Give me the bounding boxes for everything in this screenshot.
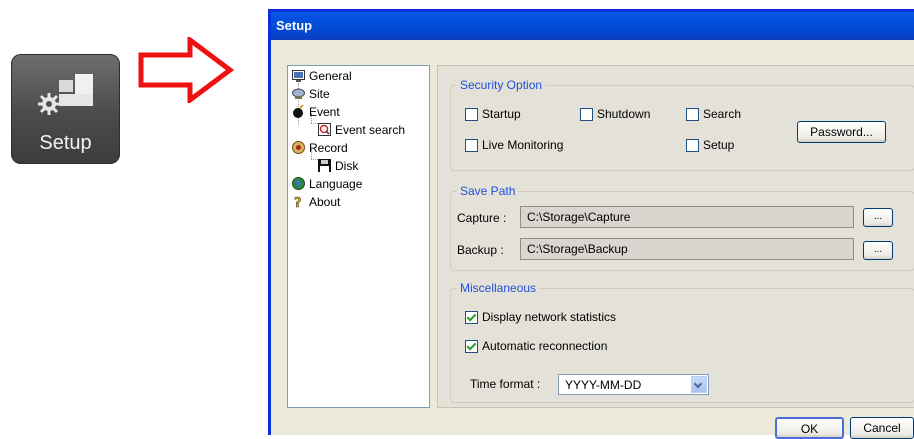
capture-path-field[interactable]: C:\Storage\Capture	[520, 206, 854, 228]
setup-gear-icon	[38, 74, 93, 115]
display-network-statistics-checkbox[interactable]: Display network statistics	[465, 310, 616, 324]
tree-label: General	[309, 69, 352, 83]
arrow-right-icon	[138, 37, 234, 103]
site-icon	[292, 88, 305, 99]
tree-item-record[interactable]: Record	[292, 140, 348, 156]
tree-item-general[interactable]: General	[292, 68, 352, 84]
capture-browse-button[interactable]: ...	[863, 208, 893, 227]
miscellaneous-group: Miscellaneous Display network statistics…	[450, 281, 914, 403]
tree-item-event-search[interactable]: Event search	[318, 122, 405, 138]
bomb-icon	[293, 105, 304, 118]
launcher-label: Setup	[39, 132, 92, 154]
search-checkbox[interactable]: Search	[686, 107, 741, 121]
event-search-icon	[318, 123, 331, 136]
time-format-label: Time format :	[470, 377, 541, 391]
backup-browse-button[interactable]: ...	[863, 241, 893, 260]
tree-label: Event search	[335, 123, 406, 137]
title-bar[interactable]: Setup	[271, 12, 914, 40]
tree-label: Record	[309, 141, 348, 155]
window-title: Setup	[276, 18, 313, 33]
checkbox-label: Display network statistics	[482, 310, 617, 324]
globe-icon	[292, 177, 305, 190]
password-button[interactable]: Password...	[797, 121, 886, 143]
checkbox-box[interactable]	[465, 340, 478, 353]
settings-content-panel: Security Option Startup Shutdown Search …	[437, 65, 914, 408]
time-format-select[interactable]: YYYY-MM-DD	[558, 374, 709, 395]
monitor-icon	[292, 70, 305, 82]
checkbox-box[interactable]	[580, 108, 593, 121]
tree-label: Event	[309, 105, 340, 119]
tree-item-about[interactable]: ? About	[292, 194, 341, 210]
checkbox-box[interactable]	[686, 108, 699, 121]
tree-item-language[interactable]: Language	[292, 176, 362, 192]
setup-dialog: Setup General Site Event Event search Re…	[268, 9, 914, 439]
record-icon	[292, 141, 305, 154]
backup-label: Backup :	[457, 243, 504, 257]
capture-label: Capture :	[457, 211, 507, 225]
tree-label: Language	[309, 177, 363, 191]
checkbox-label: Automatic reconnection	[482, 339, 608, 353]
checkbox-box[interactable]	[465, 108, 478, 121]
tree-item-disk[interactable]: Disk	[318, 158, 358, 174]
tree-label: About	[309, 195, 341, 209]
live-monitoring-checkbox[interactable]: Live Monitoring	[465, 138, 563, 152]
checkbox-box[interactable]	[686, 139, 699, 152]
svg-text:?: ?	[294, 196, 302, 208]
automatic-reconnection-checkbox[interactable]: Automatic reconnection	[465, 339, 607, 353]
checkbox-label: Setup	[703, 138, 735, 152]
backup-path-field[interactable]: C:\Storage\Backup	[520, 238, 854, 260]
checkbox-box[interactable]	[465, 311, 478, 324]
setup-launcher-button[interactable]: Setup	[11, 54, 120, 164]
security-option-group: Security Option Startup Shutdown Search …	[450, 78, 914, 171]
setup-checkbox[interactable]: Setup	[686, 138, 734, 152]
tree-label: Disk	[335, 159, 359, 173]
checkbox-label: Live Monitoring	[482, 138, 564, 152]
shutdown-checkbox[interactable]: Shutdown	[580, 107, 650, 121]
ok-button[interactable]: OK	[775, 417, 844, 439]
checkbox-label: Startup	[482, 107, 521, 121]
checkbox-label: Shutdown	[597, 107, 651, 121]
floppy-disk-icon	[318, 159, 331, 172]
save-path-group: Save Path Capture : C:\Storage\Capture .…	[450, 184, 914, 271]
tree-label: Site	[309, 87, 330, 101]
group-title: Save Path	[457, 184, 519, 198]
startup-checkbox[interactable]: Startup	[465, 107, 521, 121]
group-title: Security Option	[457, 78, 546, 92]
question-icon: ?	[294, 196, 302, 208]
checkbox-box[interactable]	[465, 139, 478, 152]
time-format-value: YYYY-MM-DD	[565, 378, 642, 392]
chevron-down-icon[interactable]	[691, 376, 707, 393]
tree-item-event[interactable]: Event	[292, 104, 340, 120]
cancel-button[interactable]: Cancel	[850, 417, 914, 439]
checkbox-label: Search	[703, 107, 742, 121]
group-title: Miscellaneous	[457, 281, 540, 295]
settings-tree: General Site Event Event search Record D…	[287, 65, 430, 408]
tree-item-site[interactable]: Site	[292, 86, 330, 102]
